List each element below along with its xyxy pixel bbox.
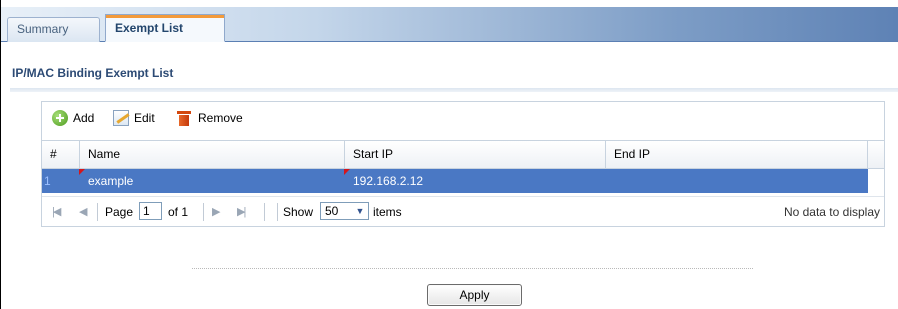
- row-start-ip-cell: 192.168.2.12: [344, 169, 606, 193]
- next-page-icon[interactable]: ▶: [212, 203, 221, 221]
- page-count: of 1: [168, 205, 189, 219]
- row-name-cell: example: [79, 169, 345, 193]
- first-page-icon[interactable]: |◀: [52, 203, 61, 221]
- edit-label: Edit: [134, 111, 155, 125]
- row-end-ip: [606, 169, 868, 193]
- page-number-input[interactable]: [139, 202, 162, 220]
- chevron-down-icon: ▼: [355, 206, 365, 216]
- pager-separator: [203, 203, 204, 221]
- pager-separator: [277, 203, 278, 221]
- row-start-ip: 192.168.2.12: [353, 174, 424, 188]
- row-number: 1: [44, 174, 51, 188]
- last-page-icon[interactable]: ▶|: [237, 203, 246, 221]
- tab-summary[interactable]: Summary: [7, 17, 100, 42]
- remove-button[interactable]: Remove: [177, 109, 243, 127]
- row-name: example: [88, 174, 134, 188]
- table-header: # Name Start IP End IP: [42, 140, 884, 169]
- previous-page-icon[interactable]: ◀: [79, 203, 88, 221]
- edit-button[interactable]: Edit: [113, 109, 155, 127]
- exempt-list-panel: Add Edit Remove # Name Start IP End IP 1…: [41, 101, 885, 227]
- column-header-name[interactable]: Name: [80, 141, 345, 168]
- section-divider: [10, 88, 898, 92]
- items-label: items: [373, 205, 402, 219]
- remove-label: Remove: [198, 111, 243, 125]
- add-button[interactable]: Add: [52, 109, 94, 127]
- trash-icon: [177, 110, 191, 126]
- edit-icon: [113, 110, 129, 126]
- scroll-gutter: [868, 169, 884, 193]
- column-header-start-ip[interactable]: Start IP: [345, 141, 606, 168]
- table-row[interactable]: 1 example 192.168.2.12: [42, 169, 884, 193]
- edited-flag-icon: [344, 169, 350, 175]
- page-size-value: 50: [325, 204, 339, 218]
- pager-separator: [264, 203, 265, 221]
- pager-separator: [97, 203, 98, 221]
- pager-status: No data to display: [783, 205, 880, 219]
- edited-flag-icon: [79, 169, 85, 175]
- column-header-end-ip[interactable]: End IP: [606, 141, 868, 168]
- section-title: IP/MAC Binding Exempt List: [12, 66, 174, 80]
- pagination-bar: |◀ ◀ Page of 1 ▶ ▶| Show 50 ▼ items No d…: [42, 196, 884, 227]
- add-icon: [52, 110, 68, 126]
- show-label: Show: [283, 205, 314, 219]
- page-label: Page: [105, 205, 134, 219]
- add-label: Add: [73, 111, 95, 125]
- left-border: [0, 0, 1, 309]
- tab-exempt-list[interactable]: Exempt List: [105, 14, 225, 42]
- footer-divider: [192, 268, 753, 269]
- apply-button[interactable]: Apply: [427, 284, 522, 306]
- column-header-number[interactable]: #: [42, 141, 80, 168]
- toolbar: Add Edit Remove: [42, 102, 884, 132]
- page-size-select[interactable]: 50 ▼: [320, 202, 369, 220]
- tab-bar: Summary Exempt List: [1, 7, 898, 42]
